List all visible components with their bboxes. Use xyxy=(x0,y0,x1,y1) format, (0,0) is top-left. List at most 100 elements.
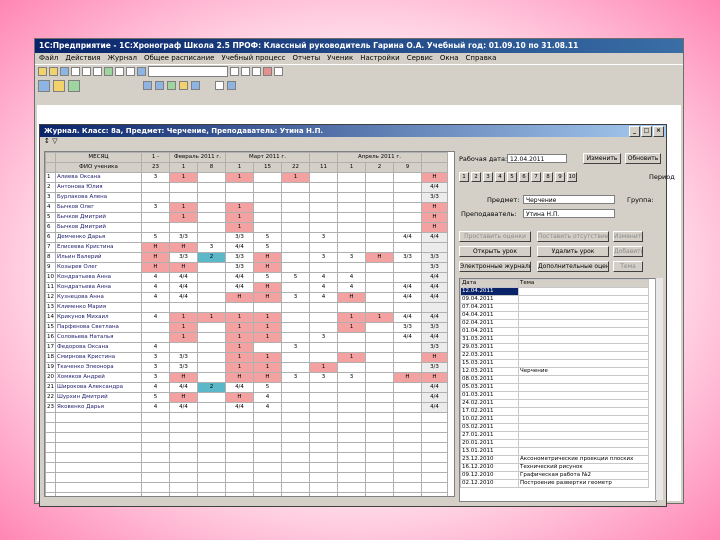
mark-cell[interactable] xyxy=(365,222,394,233)
mark-cell[interactable] xyxy=(309,342,338,353)
redo-icon[interactable] xyxy=(126,67,135,76)
open-icon[interactable] xyxy=(49,67,58,76)
action-button-7[interactable]: Дополнительные оценки xyxy=(537,261,609,272)
mark-cell[interactable]: 4 xyxy=(337,282,366,293)
mark-cell[interactable] xyxy=(393,302,422,313)
cut-icon[interactable] xyxy=(71,67,80,76)
student-name[interactable]: Елисеева Кристина xyxy=(55,242,142,253)
mark-cell[interactable]: 3 xyxy=(337,372,366,383)
mark-cell[interactable] xyxy=(393,262,422,273)
mark-cell[interactable]: 3 xyxy=(309,332,338,343)
mark-cell[interactable]: 4/4 xyxy=(169,282,198,293)
mark-cell[interactable] xyxy=(309,212,338,223)
mark-cell[interactable] xyxy=(309,182,338,193)
student-name[interactable]: Демченко Дарья xyxy=(55,232,142,243)
action-button-5[interactable]: Добавить xyxy=(613,246,643,257)
menu-item-8[interactable]: Сервис xyxy=(407,54,433,62)
menu-item-3[interactable]: Общее расписание xyxy=(144,54,215,62)
mark-cell[interactable] xyxy=(141,192,170,203)
date-header[interactable]: 15 xyxy=(253,162,282,173)
mark-cell[interactable] xyxy=(197,172,226,183)
table-row[interactable]: 18 Смирнова Кристина 3 3/3 1 1 1 Н xyxy=(45,352,448,363)
mark-cell[interactable] xyxy=(197,292,226,303)
list-item[interactable]: 22.03.2011 xyxy=(460,351,649,360)
menu-item-0[interactable]: Файл xyxy=(39,54,58,62)
mark-cell[interactable] xyxy=(393,202,422,213)
table-row[interactable]: 9 Козырев Олег Н Н 3/3 Н 3/3 xyxy=(45,262,448,273)
mark-cell[interactable] xyxy=(365,282,394,293)
mark-cell[interactable]: 1 xyxy=(309,362,338,373)
mark-cell[interactable]: 4 xyxy=(337,272,366,283)
date-header[interactable]: 9 xyxy=(393,162,422,173)
mark-cell[interactable]: 3 xyxy=(141,172,170,183)
mark-cell[interactable] xyxy=(365,292,394,303)
mark-cell[interactable] xyxy=(337,212,366,223)
new-icon[interactable] xyxy=(38,67,47,76)
mark-cell[interactable]: 3 xyxy=(309,252,338,263)
mark-cell[interactable] xyxy=(197,202,226,213)
mark-cell[interactable] xyxy=(197,182,226,193)
student-name[interactable]: Алиева Оксана xyxy=(55,172,142,183)
mark-cell[interactable]: 1 xyxy=(281,172,310,183)
table-row[interactable]: 23 Яковенко Дарья 4 4/4 4/4 4 4/4 xyxy=(45,402,448,413)
mark-cell[interactable]: Н xyxy=(253,372,282,383)
mark-cell[interactable] xyxy=(197,342,226,353)
mark-cell[interactable] xyxy=(169,182,198,193)
mark-cell[interactable] xyxy=(141,222,170,233)
mark-cell[interactable]: 1 xyxy=(225,322,254,333)
action-button-2[interactable]: Изменить xyxy=(613,231,643,242)
mark-cell[interactable]: 5 xyxy=(281,272,310,283)
student-name[interactable]: Кондратьева Анна xyxy=(55,272,142,283)
mark-cell[interactable] xyxy=(337,192,366,203)
mark-cell[interactable]: 4 xyxy=(141,342,170,353)
mark-cell[interactable]: 1 xyxy=(225,312,254,323)
mark-cell[interactable]: 3/3 xyxy=(225,252,254,263)
journal-icon[interactable] xyxy=(38,79,50,92)
date-header[interactable]: 22 xyxy=(281,162,310,173)
table-row[interactable]: 4 Бычков Олег 3 1 1 Н xyxy=(45,202,448,213)
mark-cell[interactable] xyxy=(197,192,226,203)
table-row[interactable]: 14 Крикунов Михаил 4 1 1 1 1 1 1 4/4 4/4 xyxy=(45,312,448,323)
date-header[interactable]: 23 xyxy=(141,162,170,173)
maximize-icon[interactable]: □ xyxy=(641,126,652,137)
student-name[interactable]: Клименко Мария xyxy=(55,302,142,313)
action-button-4[interactable]: Удалить урок xyxy=(537,246,609,257)
mark-cell[interactable] xyxy=(309,262,338,273)
table-row[interactable]: 22 Шурхин Дмитрий 5 Н Н 4 4/4 xyxy=(45,392,448,403)
mark-cell[interactable]: 4/4 xyxy=(169,292,198,303)
mark-cell[interactable] xyxy=(197,232,226,243)
mark-cell[interactable]: 3/3 xyxy=(169,362,198,373)
lesson-list[interactable]: Дата Тема 12.04.2011 09.04.2011 07.04.2011 04… xyxy=(459,278,657,502)
list-item[interactable]: 23.12.2010 Аксонометрические проекции пло… xyxy=(460,455,649,464)
mark-cell[interactable] xyxy=(281,252,310,263)
mark-cell[interactable] xyxy=(309,382,338,393)
mark-cell[interactable]: 4/4 xyxy=(393,312,422,323)
mark-cell[interactable] xyxy=(197,262,226,273)
mark-cell[interactable] xyxy=(281,182,310,193)
mark-cell[interactable] xyxy=(365,232,394,243)
mark-cell[interactable] xyxy=(393,402,422,413)
table-row[interactable]: 17 Федорова Оксана 4 1 3 3/3 xyxy=(45,342,448,353)
mark-cell[interactable]: 1 xyxy=(253,332,282,343)
period-button-5[interactable]: 6 xyxy=(519,172,529,182)
mark-cell[interactable]: 4 xyxy=(141,272,170,283)
journal-toolbar[interactable]: ↕ ▽ xyxy=(40,137,666,146)
mark-cell[interactable] xyxy=(281,242,310,253)
mark-cell[interactable]: Н xyxy=(253,252,282,263)
mark-cell[interactable]: 4/4 xyxy=(169,402,198,413)
mark-cell[interactable]: 1 xyxy=(225,202,254,213)
mark-cell[interactable] xyxy=(281,282,310,293)
mark-cell[interactable] xyxy=(253,212,282,223)
help-icon[interactable] xyxy=(263,67,272,76)
mark-cell[interactable]: 3/3 xyxy=(169,232,198,243)
table-row[interactable]: 20 Хомяков Андрей 3 Н Н Н 3 3 3 Н Н xyxy=(45,372,448,383)
date-header[interactable]: 1 xyxy=(225,162,254,173)
list-item[interactable]: 07.04.2011 xyxy=(460,303,649,312)
menu-item-4[interactable]: Учебный процесс xyxy=(222,54,286,62)
mark-cell[interactable] xyxy=(337,342,366,353)
mark-cell[interactable] xyxy=(141,182,170,193)
table-row[interactable]: 16 Соловьева Наталья 1 1 1 3 4/4 4/4 xyxy=(45,332,448,343)
users-icon[interactable] xyxy=(227,81,236,90)
mark-cell[interactable]: 4 xyxy=(141,312,170,323)
mark-cell[interactable] xyxy=(197,282,226,293)
